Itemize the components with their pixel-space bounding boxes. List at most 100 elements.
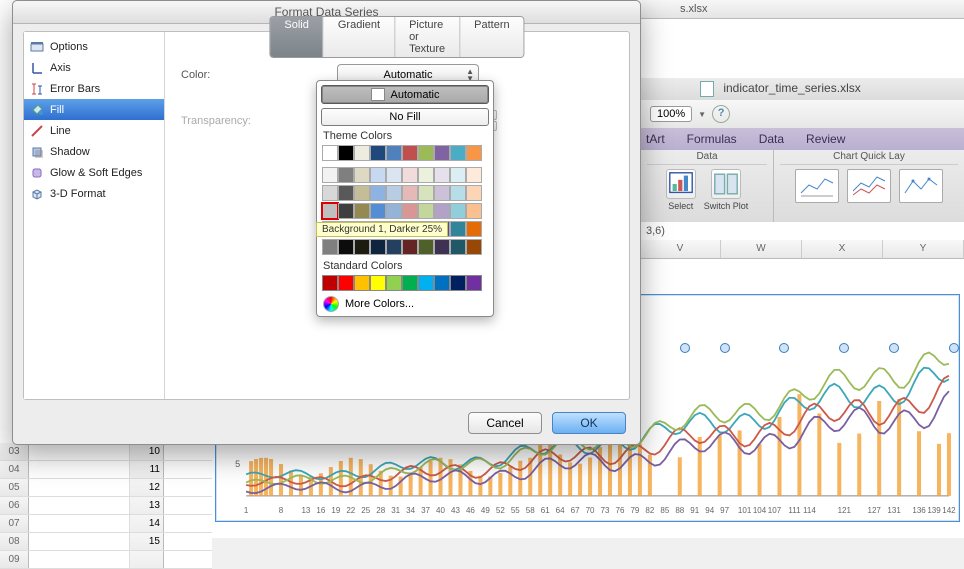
theme-color-swatch[interactable]: [322, 145, 338, 161]
theme-color-swatch[interactable]: [354, 145, 370, 161]
theme-color-swatch[interactable]: [402, 145, 418, 161]
row-header[interactable]: 11: [130, 461, 164, 478]
sidebar-item-line[interactable]: Line: [24, 120, 164, 141]
standard-color-swatch[interactable]: [450, 275, 466, 291]
theme-tint-swatch[interactable]: [466, 221, 482, 237]
chart-layout-2[interactable]: [847, 169, 891, 203]
zoom-level[interactable]: 100%: [650, 106, 692, 122]
theme-tint-swatch[interactable]: [354, 203, 370, 219]
color-automatic-button[interactable]: Automatic: [321, 85, 489, 104]
row-header[interactable]: 04: [0, 461, 29, 478]
fill-tab-pattern[interactable]: Pattern: [460, 17, 523, 57]
theme-tint-swatch[interactable]: [450, 239, 466, 255]
theme-tint-swatch[interactable]: [434, 185, 450, 201]
theme-tint-swatch[interactable]: [386, 167, 402, 183]
col-header-x[interactable]: X: [802, 240, 883, 258]
sidebar-item-axis[interactable]: Axis: [24, 57, 164, 78]
theme-tint-swatch[interactable]: [450, 167, 466, 183]
theme-tint-swatch[interactable]: [450, 221, 466, 237]
ribbon-tab-review[interactable]: Review: [806, 132, 845, 146]
sidebar-item-options[interactable]: Options: [24, 36, 164, 57]
theme-tint-swatch[interactable]: [386, 239, 402, 255]
theme-tint-swatch[interactable]: [418, 185, 434, 201]
row-header[interactable]: 10: [130, 443, 164, 460]
theme-tint-swatch[interactable]: [466, 239, 482, 255]
row-header[interactable]: 05: [0, 479, 29, 496]
standard-color-swatch[interactable]: [338, 275, 354, 291]
theme-tint-swatch[interactable]: [386, 185, 402, 201]
standard-color-swatch[interactable]: [466, 275, 482, 291]
zoom-chevron-icon[interactable]: ▼: [698, 110, 706, 119]
row-header[interactable]: 14: [130, 515, 164, 532]
row-header[interactable]: [130, 551, 164, 568]
switch-plot-button[interactable]: Switch Plot: [704, 169, 749, 211]
theme-tint-swatch[interactable]: [370, 203, 386, 219]
theme-tint-swatch[interactable]: [370, 239, 386, 255]
theme-tint-swatch[interactable]: [434, 239, 450, 255]
theme-tint-swatch[interactable]: [418, 239, 434, 255]
sidebar-item-glow-soft-edges[interactable]: Glow & Soft Edges: [24, 162, 164, 183]
sidebar-item-3-d-format[interactable]: 3-D Format: [24, 183, 164, 204]
standard-color-swatch[interactable]: [418, 275, 434, 291]
row-header[interactable]: 13: [130, 497, 164, 514]
standard-color-swatch[interactable]: [322, 275, 338, 291]
theme-tint-swatch[interactable]: [370, 185, 386, 201]
theme-tint-swatch[interactable]: [402, 203, 418, 219]
theme-tint-swatch[interactable]: [386, 203, 402, 219]
fill-tab-gradient[interactable]: Gradient: [324, 17, 395, 57]
color-nofill-button[interactable]: No Fill: [321, 108, 489, 126]
theme-tint-swatch[interactable]: [322, 203, 338, 219]
theme-tint-swatch[interactable]: [402, 185, 418, 201]
theme-tint-swatch[interactable]: [402, 239, 418, 255]
theme-tint-swatch[interactable]: [402, 167, 418, 183]
sidebar-item-error-bars[interactable]: Error Bars: [24, 78, 164, 99]
theme-tint-swatch[interactable]: [466, 185, 482, 201]
sidebar-item-fill[interactable]: Fill: [24, 99, 164, 120]
standard-color-swatch[interactable]: [354, 275, 370, 291]
col-header-w[interactable]: W: [721, 240, 802, 258]
ribbon-tab-formulas[interactable]: Formulas: [687, 132, 737, 146]
row-header[interactable]: 15: [130, 533, 164, 550]
theme-tint-swatch[interactable]: [434, 203, 450, 219]
theme-tint-swatch[interactable]: [466, 203, 482, 219]
theme-color-swatch[interactable]: [386, 145, 402, 161]
col-header-y[interactable]: Y: [883, 240, 964, 258]
fill-tab-picture-or-texture[interactable]: Picture or Texture: [395, 17, 460, 57]
theme-tint-swatch[interactable]: [418, 203, 434, 219]
chart-selection-handle[interactable]: [720, 343, 730, 353]
theme-tint-swatch[interactable]: [322, 185, 338, 201]
standard-color-swatch[interactable]: [434, 275, 450, 291]
chart-selection-handle[interactable]: [949, 343, 959, 353]
cancel-button[interactable]: Cancel: [468, 412, 542, 434]
ribbon-tab-smartart[interactable]: tArt: [646, 132, 665, 146]
theme-color-swatch[interactable]: [450, 145, 466, 161]
select-data-button[interactable]: Select: [666, 169, 696, 211]
theme-tint-swatch[interactable]: [322, 239, 338, 255]
col-header-v[interactable]: V: [640, 240, 721, 258]
row-header[interactable]: 08: [0, 533, 29, 550]
standard-color-swatch[interactable]: [370, 275, 386, 291]
theme-tint-swatch[interactable]: [338, 167, 354, 183]
theme-color-swatch[interactable]: [418, 145, 434, 161]
theme-tint-swatch[interactable]: [354, 239, 370, 255]
chart-selection-handle[interactable]: [680, 343, 690, 353]
standard-color-swatch[interactable]: [402, 275, 418, 291]
theme-color-swatch[interactable]: [434, 145, 450, 161]
chart-layout-1[interactable]: [795, 169, 839, 203]
theme-tint-swatch[interactable]: [466, 167, 482, 183]
standard-color-swatch[interactable]: [386, 275, 402, 291]
row-header[interactable]: 07: [0, 515, 29, 532]
theme-tint-swatch[interactable]: [338, 203, 354, 219]
theme-tint-swatch[interactable]: [418, 167, 434, 183]
theme-color-swatch[interactable]: [370, 145, 386, 161]
row-header[interactable]: 03: [0, 443, 29, 460]
chart-layout-3[interactable]: [899, 169, 943, 203]
ok-button[interactable]: OK: [552, 412, 626, 434]
sidebar-item-shadow[interactable]: Shadow: [24, 141, 164, 162]
theme-tint-swatch[interactable]: [354, 167, 370, 183]
theme-color-swatch[interactable]: [466, 145, 482, 161]
theme-tint-swatch[interactable]: [370, 167, 386, 183]
theme-color-swatch[interactable]: [338, 145, 354, 161]
theme-tint-swatch[interactable]: [338, 185, 354, 201]
theme-tint-swatch[interactable]: [338, 239, 354, 255]
